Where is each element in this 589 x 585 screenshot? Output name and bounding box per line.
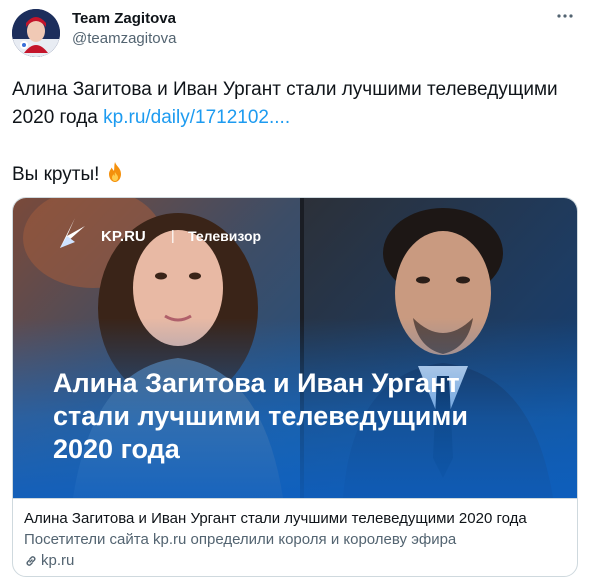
- card-image-brand: KP.RU: [101, 228, 146, 245]
- card-image-section: Телевизор: [188, 228, 261, 244]
- card-description: Посетители сайта kp.ru определили короля…: [24, 531, 457, 548]
- card-image-headline-3: 2020 года: [53, 434, 181, 464]
- card-domain: kp.ru: [24, 551, 568, 570]
- author-display-name[interactable]: Team Zagitova: [72, 9, 176, 29]
- author-avatar[interactable]: [12, 9, 60, 57]
- card-meta[interactable]: Алина Загитова и Иван Ургант стали лучши…: [13, 498, 577, 576]
- fire-icon: [103, 160, 127, 184]
- card-image-headline-2: стали лучшими телеведущими: [53, 401, 468, 431]
- author-handle[interactable]: @teamzagitova: [72, 29, 176, 49]
- more-options-icon[interactable]: [555, 6, 575, 26]
- link-icon: [26, 555, 36, 566]
- card-image-divider: |: [171, 227, 175, 243]
- card-title[interactable]: Алина Загитова и Иван Ургант стали лучши…: [24, 509, 568, 528]
- card-domain-text: kp.ru: [41, 552, 75, 569]
- tweet-link[interactable]: kp.ru/daily/1712102....: [103, 107, 290, 128]
- link-card[interactable]: KP.RU | Телевизор Алина Загитова и Иван …: [12, 197, 578, 577]
- tweet-text: Алина Загитова и Иван Ургант стали лучши…: [12, 76, 572, 189]
- card-image-headline-1: Алина Загитова и Иван Ургант: [53, 368, 460, 398]
- tweet-text-line2: Вы круты!: [12, 164, 100, 185]
- card-image[interactable]: KP.RU | Телевизор Алина Загитова и Иван …: [13, 198, 577, 498]
